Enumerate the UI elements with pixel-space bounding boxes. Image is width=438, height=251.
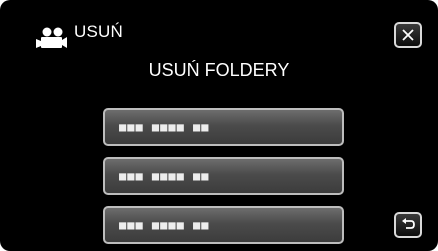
folder-label: ■■■ ■■■■ ■■ xyxy=(119,120,210,134)
folder-item-2[interactable]: ■■■ ■■■■ ■■ xyxy=(103,157,344,195)
screen-title: USUŃ xyxy=(74,22,123,41)
close-button[interactable] xyxy=(394,22,422,48)
folder-label: ■■■ ■■■■ ■■ xyxy=(119,218,210,232)
folder-item-3[interactable]: ■■■ ■■■■ ■■ xyxy=(103,206,344,244)
page-subtitle: USUŃ FOLDERY xyxy=(148,60,290,80)
back-return-icon xyxy=(402,218,415,229)
close-icon xyxy=(402,29,414,41)
folder-label: ■■■ ■■■■ ■■ xyxy=(119,169,210,183)
back-button[interactable] xyxy=(394,212,422,238)
delete-folders-screen: USUŃ USUŃ FOLDERY ■■■ ■■■■ ■■ ■■■ ■■■■ ■… xyxy=(0,0,438,251)
folder-item-1[interactable]: ■■■ ■■■■ ■■ xyxy=(103,108,344,146)
movie-camera-icon xyxy=(36,27,67,48)
